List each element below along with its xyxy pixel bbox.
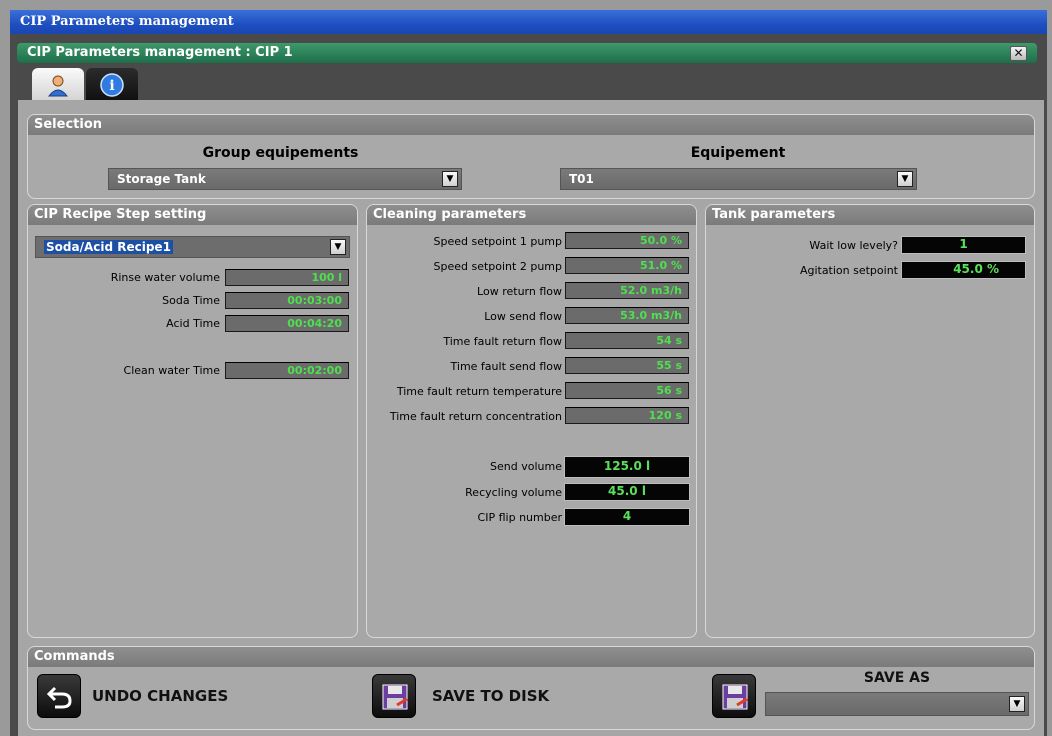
time-fault-return-flow-label: Time fault return flow <box>443 335 562 348</box>
save-as-button[interactable] <box>712 674 756 718</box>
agitation-setpoint-label: Agitation setpoint <box>799 264 898 277</box>
chevron-down-icon[interactable]: ▼ <box>330 239 346 255</box>
save-to-disk-label[interactable]: SAVE TO DISK <box>432 687 549 705</box>
cleaning-title: Cleaning parameters <box>367 205 696 225</box>
info-icon: i <box>100 73 124 97</box>
save-as-select[interactable]: ▼ <box>765 692 1029 716</box>
send-volume-readout: 125.0 l <box>564 456 690 478</box>
chevron-down-icon[interactable]: ▼ <box>1009 696 1025 712</box>
recipe-selected: Soda/Acid Recipe1 <box>44 240 173 254</box>
soda-time-label: Soda Time <box>162 294 220 307</box>
floppy-icon <box>722 684 748 710</box>
tank-title: Tank parameters <box>706 205 1034 225</box>
send-volume-label: Send volume <box>490 460 562 473</box>
undo-button[interactable] <box>37 674 81 718</box>
user-icon <box>47 75 69 97</box>
equipement-label: Equipement <box>690 145 786 161</box>
cip-flip-number-label: CIP flip number <box>477 511 562 524</box>
agitation-setpoint-readout: 45.0 % <box>901 261 1026 279</box>
floppy-icon <box>382 684 408 710</box>
rinse-volume-field[interactable]: 100 l <box>225 269 349 286</box>
time-fault-return-concentration-field[interactable]: 120 s <box>565 407 689 424</box>
soda-time-field[interactable]: 00:03:00 <box>225 292 349 309</box>
group-equipements-label: Group equipements <box>202 145 359 161</box>
low-return-flow-field[interactable]: 52.0 m3/h <box>565 282 689 299</box>
low-return-flow-label: Low return flow <box>477 285 562 298</box>
window-title: CIP Parameters management <box>10 10 1047 34</box>
equipement-value: T01 <box>569 172 594 186</box>
selection-title: Selection <box>28 115 1034 135</box>
speed-setpoint-1-label: Speed setpoint 1 pump <box>433 235 563 248</box>
clean-water-time-label: Clean water Time <box>123 364 220 377</box>
tab-info[interactable]: i <box>86 68 138 102</box>
save-to-disk-button[interactable] <box>372 674 416 718</box>
tab-user[interactable] <box>32 68 84 102</box>
time-fault-send-flow-field[interactable]: 55 s <box>565 357 689 374</box>
wait-low-level-readout: 1 <box>901 236 1026 254</box>
recipe-title: CIP Recipe Step setting <box>28 205 357 225</box>
cip-flip-number-readout: 4 <box>564 508 690 526</box>
time-fault-return-temperature-field[interactable]: 56 s <box>565 382 689 399</box>
time-fault-send-flow-label: Time fault send flow <box>450 360 562 373</box>
undo-label[interactable]: UNDO CHANGES <box>92 687 228 705</box>
speed-setpoint-2-field[interactable]: 51.0 % <box>565 257 689 274</box>
time-fault-return-flow-field[interactable]: 54 s <box>565 332 689 349</box>
recipe-select[interactable]: Soda/Acid Recipe1 ▼ <box>35 236 350 258</box>
close-button[interactable]: ✕ <box>1010 46 1027 61</box>
speed-setpoint-1-field[interactable]: 50.0 % <box>565 232 689 249</box>
rinse-volume-label: Rinse water volume <box>110 271 220 284</box>
chevron-down-icon[interactable]: ▼ <box>442 171 458 187</box>
recycling-volume-readout: 45.0 l <box>564 483 690 501</box>
low-send-flow-label: Low send flow <box>484 310 562 323</box>
speed-setpoint-2-label: Speed setpoint 2 pump <box>433 260 563 273</box>
clean-water-time-field[interactable]: 00:02:00 <box>225 362 349 379</box>
undo-icon <box>46 686 72 709</box>
equipement-select[interactable]: T01 ▼ <box>560 168 917 190</box>
recycling-volume-label: Recycling volume <box>465 486 562 499</box>
acid-time-label: Acid Time <box>166 317 220 330</box>
group-equipements-value: Storage Tank <box>117 172 206 186</box>
commands-title: Commands <box>28 647 1034 667</box>
save-as-label: SAVE AS <box>863 670 931 686</box>
dialog-title: CIP Parameters management : CIP 1 <box>17 43 1037 63</box>
svg-text:i: i <box>109 78 114 94</box>
time-fault-return-temperature-label: Time fault return temperature <box>396 385 562 398</box>
chevron-down-icon[interactable]: ▼ <box>897 171 913 187</box>
acid-time-field[interactable]: 00:04:20 <box>225 315 349 332</box>
wait-low-level-label: Wait low levely? <box>809 239 898 252</box>
group-equipements-select[interactable]: Storage Tank ▼ <box>108 168 462 190</box>
time-fault-return-concentration-label: Time fault return concentration <box>389 410 562 423</box>
low-send-flow-field[interactable]: 53.0 m3/h <box>565 307 689 324</box>
